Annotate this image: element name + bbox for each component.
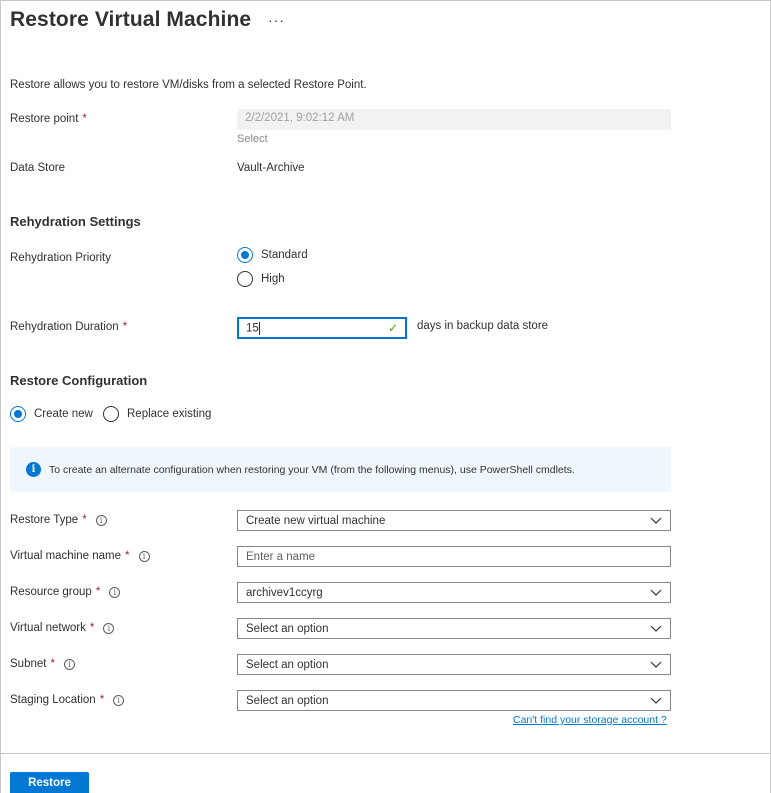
radio-label: Standard [261, 249, 308, 261]
chevron-down-icon [650, 661, 662, 668]
vm-name-input[interactable]: Enter a name [237, 546, 671, 567]
radio-circle [237, 271, 253, 287]
rehydration-priority-label: Rehydration Priority [10, 252, 111, 264]
restore-button[interactable]: Restore [10, 772, 89, 793]
required-marker: * [99, 694, 105, 706]
chevron-down-icon [650, 625, 662, 632]
info-tooltip-icon[interactable]: i [95, 514, 107, 526]
rehydration-duration-input[interactable]: 15 ✓ [237, 317, 407, 339]
virtual-network-label: Virtual network * i [10, 622, 115, 634]
radio-circle [10, 406, 26, 422]
radio-label: Replace existing [127, 408, 212, 420]
input-placeholder: Enter a name [246, 550, 316, 563]
field-label-text: Restore Type [10, 514, 79, 526]
radio-label: High [261, 273, 285, 285]
info-tooltip-icon[interactable]: i [103, 622, 115, 634]
info-tooltip-icon[interactable]: i [109, 586, 121, 598]
required-marker: * [125, 550, 130, 562]
virtual-network-dropdown[interactable]: Select an option [237, 618, 671, 639]
info-banner-text: To create an alternate configuration whe… [49, 463, 575, 476]
checkmark-icon: ✓ [387, 321, 398, 335]
field-label-text: Virtual machine name [10, 550, 122, 562]
field-label-text: Staging Location [10, 694, 96, 706]
restore-type-label: Restore Type * i [10, 514, 107, 526]
duration-suffix: days in backup data store [417, 320, 549, 332]
rehydration-duration-label: Rehydration Duration * [10, 321, 127, 333]
staging-location-dropdown[interactable]: Select an option [237, 690, 671, 711]
more-options-button[interactable]: ··· [268, 12, 285, 28]
chevron-down-icon [650, 589, 662, 596]
subnet-dropdown[interactable]: Select an option [237, 654, 671, 675]
info-banner: i To create an alternate configuration w… [10, 447, 671, 492]
cant-find-storage-link[interactable]: Can't find your storage account ? [513, 714, 667, 726]
field-label-text: Subnet [10, 658, 47, 670]
radio-label: Create new [34, 408, 93, 420]
dropdown-value: Create new virtual machine [246, 514, 386, 527]
chevron-down-icon [650, 517, 662, 524]
required-marker: * [95, 586, 101, 598]
data-store-label: Data Store [10, 162, 65, 174]
staging-location-label: Staging Location * i [10, 694, 125, 706]
radio-priority-standard[interactable]: Standard [237, 247, 308, 263]
field-label-text: Virtual network [10, 622, 86, 634]
radio-circle [103, 406, 119, 422]
dropdown-value: archivev1ccyrg [246, 586, 323, 599]
resource-group-label: Resource group * i [10, 586, 121, 598]
restore-point-field: 2/2/2021, 9:02:12 AM [237, 109, 671, 130]
field-label-text: Resource group [10, 586, 92, 598]
info-tooltip-icon[interactable]: i [113, 694, 125, 706]
vm-name-label: Virtual machine name * i [10, 550, 150, 562]
rehydration-settings-heading: Rehydration Settings [10, 214, 141, 229]
page-title: Restore Virtual Machine [10, 8, 252, 31]
duration-value-wrap: 15 [246, 321, 260, 335]
subnet-label: Subnet * i [10, 658, 75, 670]
data-store-value: Vault-Archive [237, 162, 305, 174]
info-tooltip-icon[interactable]: i [138, 550, 150, 562]
dropdown-placeholder: Select an option [246, 694, 329, 707]
rehydration-duration-label-text: Rehydration Duration [10, 321, 119, 333]
radio-replace-existing[interactable]: Replace existing [103, 406, 211, 422]
info-icon: i [26, 462, 41, 477]
required-marker: * [82, 113, 87, 125]
restore-point-label-text: Restore point [10, 113, 79, 125]
chevron-down-icon [650, 697, 662, 704]
required-marker: * [82, 514, 87, 526]
footer-divider [0, 753, 771, 754]
dropdown-placeholder: Select an option [246, 658, 329, 671]
text-cursor [258, 321, 260, 335]
required-marker: * [89, 622, 95, 634]
required-marker: * [122, 321, 128, 333]
page-description: Restore allows you to restore VM/disks f… [10, 79, 367, 91]
dropdown-placeholder: Select an option [246, 622, 329, 635]
radio-create-new[interactable]: Create new [10, 406, 93, 422]
radio-circle [237, 247, 253, 263]
duration-value: 15 [246, 322, 259, 335]
required-marker: * [50, 658, 55, 670]
resource-group-dropdown[interactable]: archivev1ccyrg [237, 582, 671, 603]
restore-point-label: Restore point * [10, 113, 87, 125]
select-restore-point-link[interactable]: Select [237, 133, 268, 145]
restore-configuration-heading: Restore Configuration [10, 373, 148, 388]
info-tooltip-icon[interactable]: i [63, 658, 75, 670]
restore-type-dropdown[interactable]: Create new virtual machine [237, 510, 671, 531]
radio-priority-high[interactable]: High [237, 271, 285, 287]
